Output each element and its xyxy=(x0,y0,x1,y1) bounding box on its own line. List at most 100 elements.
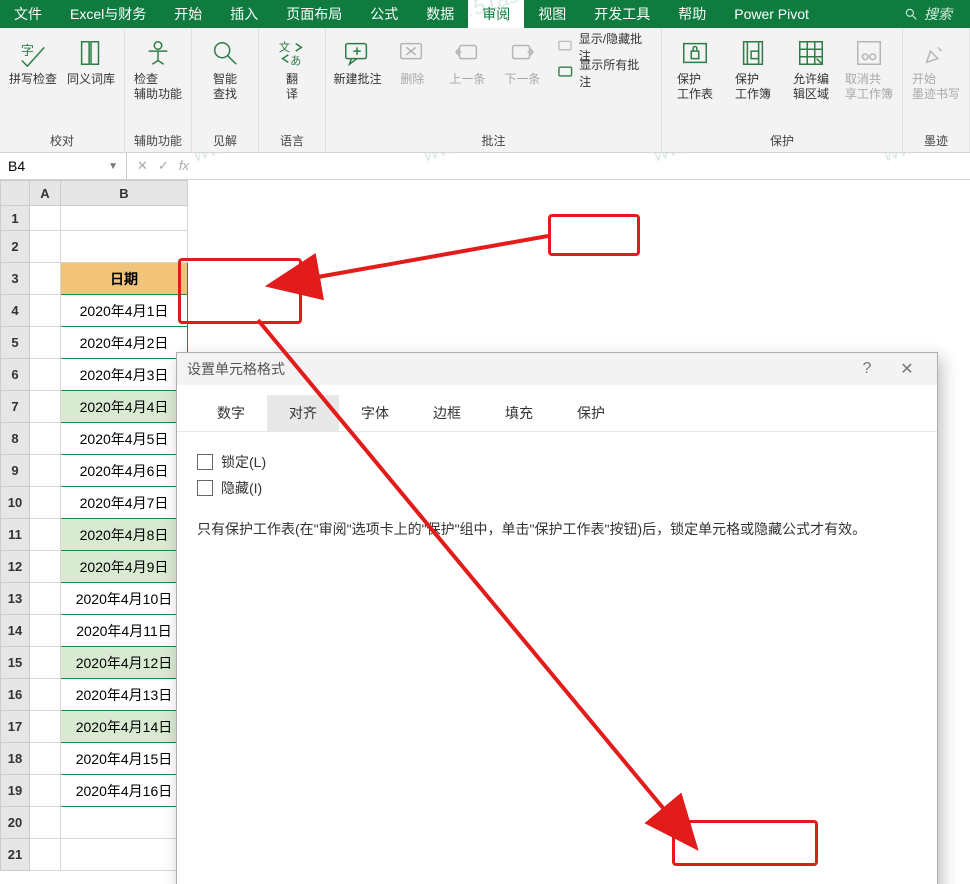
row-header-20[interactable]: 20 xyxy=(1,807,30,839)
cell-B14[interactable]: 2020年4月11日 xyxy=(61,615,188,647)
row-header-11[interactable]: 11 xyxy=(1,519,30,551)
row-header-16[interactable]: 16 xyxy=(1,679,30,711)
menu-item-6[interactable]: 数据 xyxy=(412,0,468,28)
row-header-6[interactable]: 6 xyxy=(1,359,30,391)
cell-A16[interactable] xyxy=(30,679,61,711)
cell-B6[interactable]: 2020年4月3日 xyxy=(61,359,188,391)
dialog-tab-0[interactable]: 数字 xyxy=(195,395,267,431)
row-header-17[interactable]: 17 xyxy=(1,711,30,743)
select-all-corner[interactable] xyxy=(1,181,30,206)
ribbon-btn-a11y[interactable]: 检查辅助功能 xyxy=(131,32,185,102)
cell-A4[interactable] xyxy=(30,295,61,327)
row-header-7[interactable]: 7 xyxy=(1,391,30,423)
menu-item-1[interactable]: Excel与财务 xyxy=(56,0,160,28)
cell-B17[interactable]: 2020年4月14日 xyxy=(61,711,188,743)
cell-A13[interactable] xyxy=(30,583,61,615)
cell-B1[interactable] xyxy=(61,206,188,231)
ribbon-btn-thesaurus[interactable]: 同义词库 xyxy=(64,32,118,87)
cell-B19[interactable]: 2020年4月16日 xyxy=(61,775,188,807)
row-header-10[interactable]: 10 xyxy=(1,487,30,519)
cell-A11[interactable] xyxy=(30,519,61,551)
cell-B15[interactable]: 2020年4月12日 xyxy=(61,647,188,679)
cell-A15[interactable] xyxy=(30,647,61,679)
dialog-tab-3[interactable]: 边框 xyxy=(411,395,483,431)
cell-B12[interactable]: 2020年4月9日 xyxy=(61,551,188,583)
menu-item-10[interactable]: 帮助 xyxy=(664,0,720,28)
cell-B2[interactable] xyxy=(61,231,188,263)
dialog-tab-2[interactable]: 字体 xyxy=(339,395,411,431)
ribbon-btn-translate[interactable]: 文あ翻译 xyxy=(265,32,319,102)
ribbon-btn-protectbook[interactable]: 保护工作簿 xyxy=(726,32,780,102)
hide-label[interactable]: 隐藏(I) xyxy=(221,478,262,498)
cell-A8[interactable] xyxy=(30,423,61,455)
menu-item-7[interactable]: 审阅 xyxy=(468,0,524,28)
row-header-18[interactable]: 18 xyxy=(1,743,30,775)
row-header-2[interactable]: 2 xyxy=(1,231,30,263)
cell-A19[interactable] xyxy=(30,775,61,807)
cell-B8[interactable]: 2020年4月5日 xyxy=(61,423,188,455)
cell-B20[interactable] xyxy=(61,807,188,839)
row-header-21[interactable]: 21 xyxy=(1,839,30,871)
row-header-9[interactable]: 9 xyxy=(1,455,30,487)
menu-item-9[interactable]: 开发工具 xyxy=(580,0,664,28)
menu-item-5[interactable]: 公式 xyxy=(356,0,412,28)
row-header-4[interactable]: 4 xyxy=(1,295,30,327)
cell-A7[interactable] xyxy=(30,391,61,423)
ribbon-btn-newcomment[interactable]: 新建批注 xyxy=(332,32,383,87)
cell-A20[interactable] xyxy=(30,807,61,839)
cell-B5[interactable]: 2020年4月2日 xyxy=(61,327,188,359)
help-button[interactable]: ? xyxy=(847,360,887,378)
row-header-12[interactable]: 12 xyxy=(1,551,30,583)
row-header-1[interactable]: 1 xyxy=(1,206,30,231)
dialog-tab-4[interactable]: 填充 xyxy=(483,395,555,431)
ribbon-side-showall[interactable]: 显示所有批注 xyxy=(552,62,655,84)
row-header-14[interactable]: 14 xyxy=(1,615,30,647)
cell-A1[interactable] xyxy=(30,206,61,231)
cell-A17[interactable] xyxy=(30,711,61,743)
cell-B11[interactable]: 2020年4月8日 xyxy=(61,519,188,551)
cell-B7[interactable]: 2020年4月4日 xyxy=(61,391,188,423)
menu-item-0[interactable]: 文件 xyxy=(0,0,56,28)
cell-A5[interactable] xyxy=(30,327,61,359)
cell-A18[interactable] xyxy=(30,743,61,775)
ribbon-btn-protectsheet[interactable]: 保护工作表 xyxy=(668,32,722,102)
lock-checkbox[interactable] xyxy=(197,454,213,470)
cell-B18[interactable]: 2020年4月15日 xyxy=(61,743,188,775)
name-box[interactable]: B4 ▼ xyxy=(0,153,127,179)
menu-item-3[interactable]: 插入 xyxy=(216,0,272,28)
row-header-19[interactable]: 19 xyxy=(1,775,30,807)
cell-A9[interactable] xyxy=(30,455,61,487)
menu-item-11[interactable]: Power Pivot xyxy=(720,0,823,28)
search-box[interactable]: 搜索 xyxy=(886,0,970,28)
cell-A21[interactable] xyxy=(30,839,61,871)
hide-checkbox[interactable] xyxy=(197,480,213,496)
cell-B16[interactable]: 2020年4月13日 xyxy=(61,679,188,711)
col-header-A[interactable]: A xyxy=(30,181,61,206)
cell-B4[interactable]: 2020年4月1日 xyxy=(61,295,188,327)
cell-A6[interactable] xyxy=(30,359,61,391)
row-header-13[interactable]: 13 xyxy=(1,583,30,615)
ribbon-btn-alloweditrange[interactable]: 允许编辑区域 xyxy=(784,32,838,102)
close-button[interactable]: ✕ xyxy=(887,359,927,379)
cell-A3[interactable] xyxy=(30,263,61,295)
cell-B9[interactable]: 2020年4月6日 xyxy=(61,455,188,487)
menu-item-2[interactable]: 开始 xyxy=(160,0,216,28)
cell-A10[interactable] xyxy=(30,487,61,519)
ribbon-btn-smartlookup[interactable]: 智能查找 xyxy=(198,32,252,102)
menu-item-4[interactable]: 页面布局 xyxy=(272,0,356,28)
cell-B21[interactable] xyxy=(61,839,188,871)
col-header-B[interactable]: B xyxy=(61,181,188,206)
row-header-5[interactable]: 5 xyxy=(1,327,30,359)
cell-A14[interactable] xyxy=(30,615,61,647)
cell-A2[interactable] xyxy=(30,231,61,263)
dialog-tab-1[interactable]: 对齐 xyxy=(267,395,339,431)
dialog-tab-5[interactable]: 保护 xyxy=(555,395,627,431)
row-header-15[interactable]: 15 xyxy=(1,647,30,679)
cell-A12[interactable] xyxy=(30,551,61,583)
row-header-8[interactable]: 8 xyxy=(1,423,30,455)
cell-B13[interactable]: 2020年4月10日 xyxy=(61,583,188,615)
cell-B3-header[interactable]: 日期 xyxy=(61,263,188,295)
lock-label[interactable]: 锁定(L) xyxy=(221,452,266,472)
cell-B10[interactable]: 2020年4月7日 xyxy=(61,487,188,519)
ribbon-btn-spellcheck[interactable]: 字拼写检查 xyxy=(6,32,60,87)
